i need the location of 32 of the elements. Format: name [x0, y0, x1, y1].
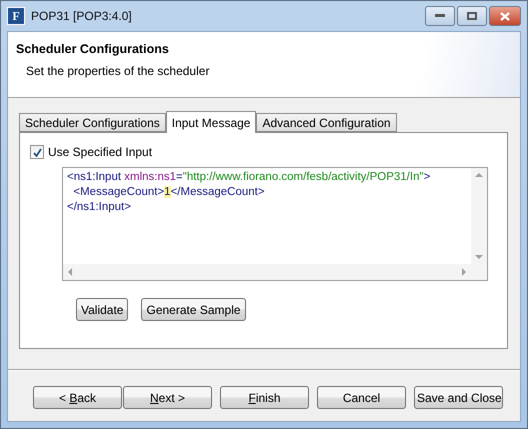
tab[interactable]: Input Message	[166, 111, 256, 133]
footer-button[interactable]: Finish	[220, 386, 309, 409]
footer-button[interactable]: Save and Close	[414, 386, 503, 409]
close-button[interactable]	[489, 6, 521, 26]
minimize-icon	[435, 14, 445, 18]
scroll-left-icon[interactable]	[67, 268, 73, 276]
scroll-up-icon[interactable]	[475, 172, 483, 178]
minimize-button[interactable]	[425, 6, 455, 26]
scroll-right-icon[interactable]	[461, 268, 467, 276]
tab[interactable]: Advanced Configuration	[256, 113, 397, 132]
code-line: </ns1:Input>	[67, 200, 132, 215]
checkbox[interactable]	[30, 145, 44, 159]
checkbox-label: Use Specified Input	[48, 145, 152, 159]
code-line: <MessageCount>1</MessageCount>	[72, 185, 266, 200]
editor-button[interactable]: Validate	[76, 298, 128, 321]
footer-button[interactable]: < Back	[33, 386, 122, 409]
vertical-scrollbar[interactable]	[471, 168, 487, 264]
maximize-button[interactable]	[457, 6, 487, 26]
page-title: Scheduler Configurations	[16, 42, 170, 56]
scroll-down-icon[interactable]	[475, 254, 483, 260]
editor-button[interactable]: Generate Sample	[141, 298, 246, 321]
tab[interactable]: Scheduler Configurations	[19, 113, 166, 132]
xml-editor[interactable]: <ns1:Input xmlns:ns1="http://www.fiorano.com/fesb/activity/POP31/In"> <MessageCount>1</MessageCount> </ns1:Input>	[62, 167, 488, 281]
horizontal-scrollbar[interactable]	[63, 264, 471, 280]
close-icon	[500, 12, 510, 20]
app-icon: F	[7, 7, 25, 25]
code-line: <ns1:Input xmlns:ns1="http://www.fiorano.com/fesb/activity/POP31/In">	[67, 170, 432, 185]
footer-button[interactable]: Cancel	[317, 386, 406, 409]
page-subtitle: Set the properties of the scheduler	[26, 64, 210, 78]
footer-button[interactable]: Next >	[123, 386, 212, 409]
window-title: POP31 [POP3:4.0]	[31, 9, 133, 23]
maximize-icon	[467, 12, 477, 20]
